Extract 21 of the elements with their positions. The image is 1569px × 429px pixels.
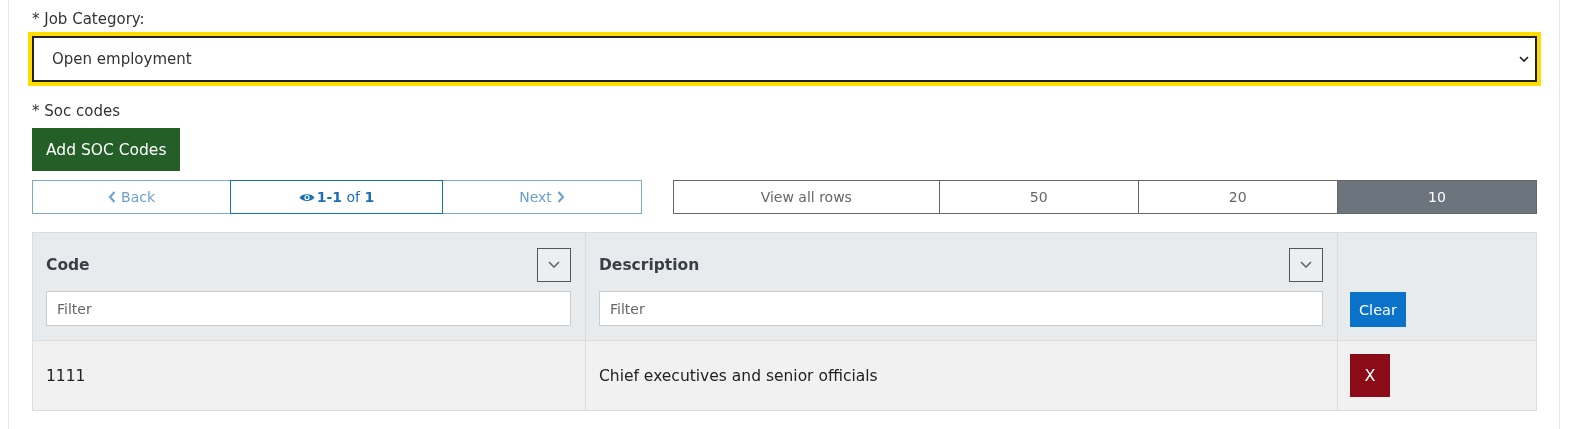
chevron-down-icon: [548, 261, 560, 268]
page-status: 1-1 of 1: [316, 189, 375, 205]
chevron-down-icon: [1519, 55, 1529, 63]
column-header: Code: [46, 255, 90, 274]
table-cell: 1111: [46, 366, 86, 385]
add-soc-codes-button[interactable]: Add SOC Codes: [32, 128, 181, 171]
remove-button[interactable]: X: [1350, 354, 1390, 397]
field-label: * Job Category:: [32, 9, 146, 30]
filter-field[interactable]: Filter: [599, 291, 1323, 326]
page-size-button[interactable]: 10: [1336, 181, 1536, 213]
field-label: * Soc codes: [32, 101, 121, 122]
column-menu-button[interactable]: [537, 247, 571, 282]
table-cell: Chief executives and senior officials: [599, 366, 878, 385]
clear-button[interactable]: Clear: [1350, 292, 1406, 327]
eye-icon: [298, 191, 315, 203]
chevron-down-icon: [1300, 261, 1312, 268]
column-header: Description: [599, 255, 700, 274]
column-menu-button[interactable]: [1289, 247, 1323, 282]
filter-field[interactable]: Filter: [46, 291, 571, 326]
chevron-left-icon: [108, 191, 117, 203]
chevron-right-icon: [556, 191, 565, 203]
